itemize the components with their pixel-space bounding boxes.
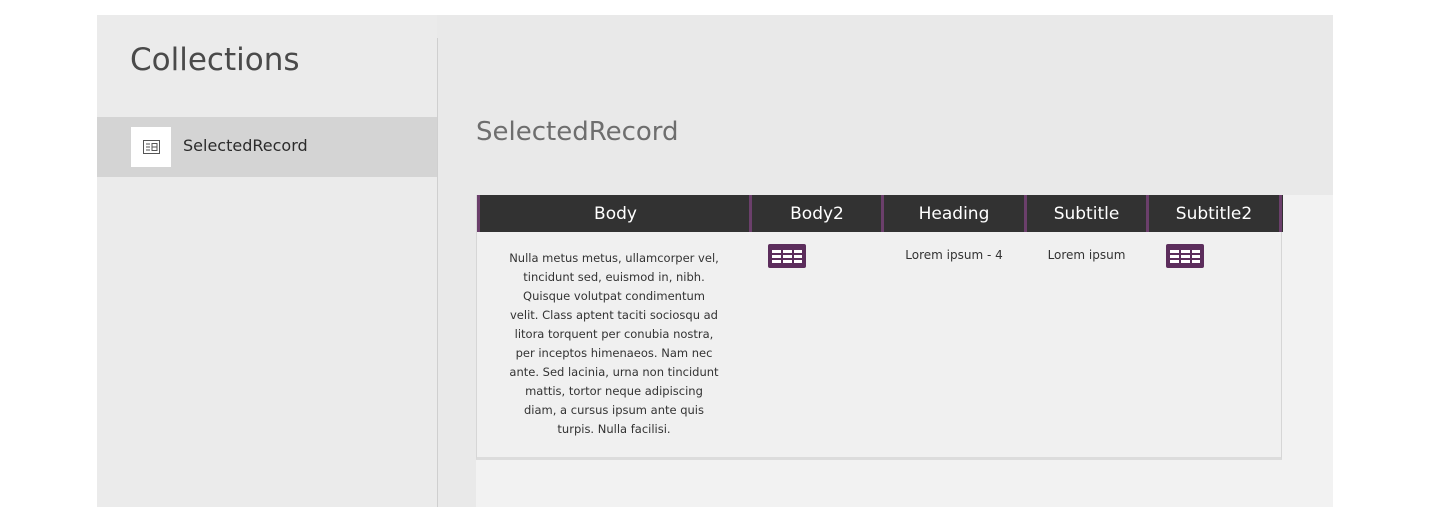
collections-pane: Collections SelectedRecord — [97, 15, 437, 507]
table-cell-subtitle: Lorem ipsum — [1047, 248, 1126, 262]
collection-item-selectedrecord[interactable]: SelectedRecord — [97, 117, 437, 177]
page-title: SelectedRecord — [476, 117, 679, 147]
record-icon — [131, 127, 171, 167]
body-text-line: per inceptos himenaeos. Nam nec — [515, 346, 713, 360]
data-table: Body Body2 Heading Subtitle Subtitle2 Nu… — [476, 195, 1283, 460]
pane-divider — [437, 38, 438, 507]
collection-item-label: SelectedRecord — [183, 136, 308, 155]
body-text-line: Nulla metus metus, ullamcorper vel, — [509, 251, 719, 265]
app-window: Collections SelectedRecord SelectedRecor… — [97, 15, 1333, 507]
body-text-line: diam, a cursus ipsum ante quis — [523, 403, 704, 417]
body-text-line: tincidunt sed, euismod in, nibh. — [523, 270, 705, 284]
body-text-line: turpis. Nulla facilisi. — [557, 422, 671, 436]
subtitle2-table-icon[interactable] — [1166, 244, 1204, 268]
body-text-line: velit. Class aptent taciti sociosqu ad — [510, 308, 718, 322]
table-header: Body Body2 Heading Subtitle Subtitle2 — [477, 195, 1283, 232]
column-header-body2[interactable]: Body2 — [752, 195, 882, 232]
collections-title: Collections — [130, 42, 300, 78]
table-cell-heading: Lorem ipsum - 4 — [905, 248, 1003, 262]
body-text-line: ante. Sed lacinia, urna non tincidunt — [509, 365, 719, 379]
column-header-subtitle2[interactable]: Subtitle2 — [1149, 195, 1279, 232]
column-header-subtitle[interactable]: Subtitle — [1027, 195, 1146, 232]
column-header-body[interactable]: Body — [480, 195, 751, 232]
table-cell-body: Nulla metus metus, ullamcorper vel, tinc… — [477, 249, 751, 439]
body-text-line: litora torquent per conubia nostra, — [514, 327, 714, 341]
column-separator — [1279, 195, 1282, 232]
column-header-heading[interactable]: Heading — [884, 195, 1024, 232]
body-text-line: Quisque volutpat condimentum — [523, 289, 705, 303]
body2-table-icon[interactable] — [768, 244, 806, 268]
body-text-line: mattis, tortor neque adipiscing — [525, 384, 703, 398]
